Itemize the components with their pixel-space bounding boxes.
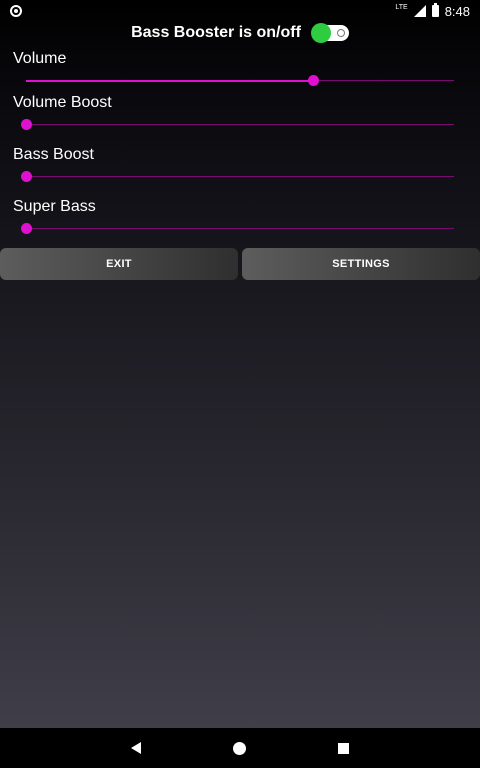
status-bar: LTE 8:48: [0, 0, 480, 22]
settings-button[interactable]: SETTINGS: [242, 248, 480, 280]
volume-slider-fill: [26, 79, 313, 82]
toggle-off-circle-icon: [336, 29, 345, 37]
super-bass-slider-thumb[interactable]: [21, 223, 32, 234]
home-icon[interactable]: [233, 741, 246, 755]
bass-boost-slider[interactable]: [21, 171, 454, 182]
page-title: Bass Booster is on/off: [131, 24, 301, 41]
volume-slider-thumb[interactable]: [307, 75, 319, 86]
super-bass-label: Super Bass: [13, 198, 96, 215]
notification-circle-icon: [10, 5, 22, 17]
volume-boost-label: Volume Boost: [13, 94, 112, 111]
bass-boost-slider-thumb[interactable]: [21, 171, 32, 182]
bass-boost-label: Bass Boost: [13, 146, 94, 163]
recents-icon[interactable]: [338, 742, 349, 754]
navigation-bar: [0, 728, 480, 768]
network-type-label: LTE: [395, 3, 408, 11]
signal-icon: [413, 5, 426, 17]
bass-booster-toggle[interactable]: [310, 23, 349, 43]
app-screen: LTE 8:48 Bass Booster is on/off Volume V…: [0, 0, 480, 768]
back-icon[interactable]: [131, 742, 141, 754]
status-time: 8:48: [444, 3, 470, 19]
exit-button[interactable]: EXIT: [0, 248, 238, 280]
volume-boost-slider[interactable]: [21, 119, 454, 130]
volume-slider[interactable]: [26, 75, 454, 86]
toggle-thumb: [310, 23, 331, 43]
volume-label: Volume: [13, 50, 67, 67]
super-bass-slider[interactable]: [21, 223, 454, 234]
battery-icon: [431, 3, 439, 17]
header: Bass Booster is on/off: [0, 20, 480, 46]
volume-boost-slider-thumb[interactable]: [21, 119, 32, 130]
